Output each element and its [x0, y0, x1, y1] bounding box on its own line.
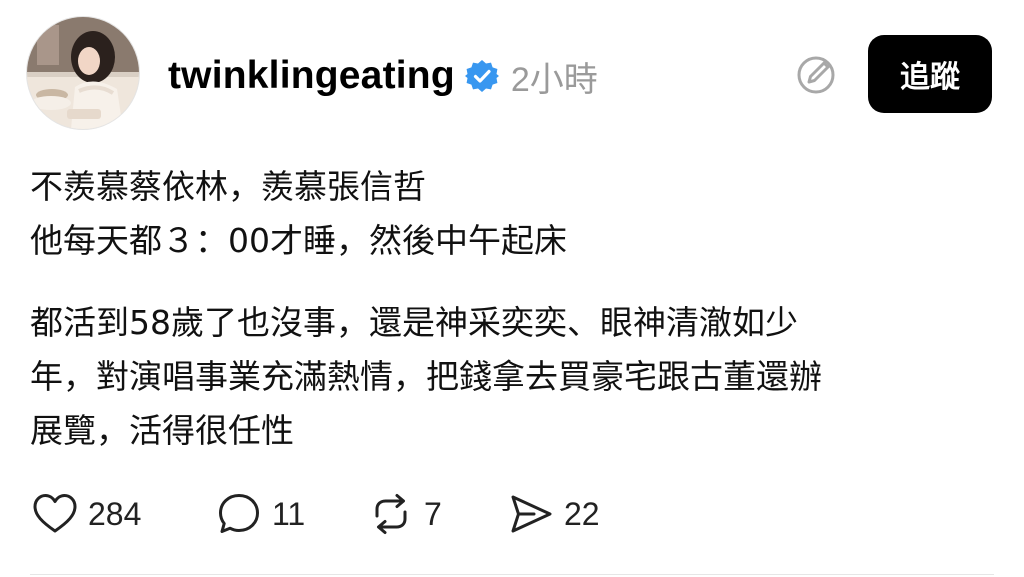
post-paragraph-1: 不羨慕蔡依林，羨慕張信哲 他每天都３：00才睡，然後中午起床	[30, 160, 990, 268]
avatar[interactable]	[26, 16, 140, 130]
comment-bubble-icon	[219, 494, 259, 533]
share-count: 22	[564, 495, 600, 532]
repost-count: 7	[424, 495, 442, 532]
post-text-line: 不羨慕蔡依林，羨慕張信哲	[30, 167, 426, 206]
follow-button[interactable]: 追蹤	[868, 35, 992, 113]
action-bar: 284 11 7 22	[30, 488, 730, 540]
verified-badge-icon	[464, 60, 499, 92]
heart-icon	[33, 494, 77, 533]
share-button[interactable]: 22	[506, 488, 600, 540]
divider	[30, 574, 994, 575]
like-count: 284	[88, 495, 142, 532]
repost-arrows-icon	[375, 494, 407, 534]
repost-button[interactable]: 7	[366, 488, 442, 540]
post-text-line: 展覽，活得很任性	[30, 411, 294, 450]
post-timestamp: 2小時	[510, 60, 598, 99]
post-text-line: 他每天都３：00才睡，然後中午起床	[30, 221, 567, 260]
like-button[interactable]: 284	[30, 488, 141, 540]
reply-button[interactable]: 11	[214, 488, 305, 540]
username[interactable]: twinklingeating	[168, 54, 455, 98]
thread-post: twinklingeating 2小時 追蹤 不羨慕蔡依林，羨慕張信哲 他每天都…	[0, 0, 1024, 577]
post-text-line: 都活到58歲了也沒事，還是神采奕奕、眼神清澈如少	[30, 303, 798, 342]
post-text-line: 年，對演唱事業充滿熱情，把錢拿去買豪宅跟古董還辦	[30, 357, 822, 396]
post-paragraph-2: 都活到58歲了也沒事，還是神采奕奕、眼神清澈如少 年，對演唱事業充滿熱情，把錢拿…	[30, 296, 990, 458]
reply-count: 11	[272, 495, 306, 532]
edit-circle-icon[interactable]	[795, 54, 837, 96]
send-arrow-icon	[511, 495, 552, 533]
post-header: twinklingeating 2小時	[168, 48, 598, 104]
